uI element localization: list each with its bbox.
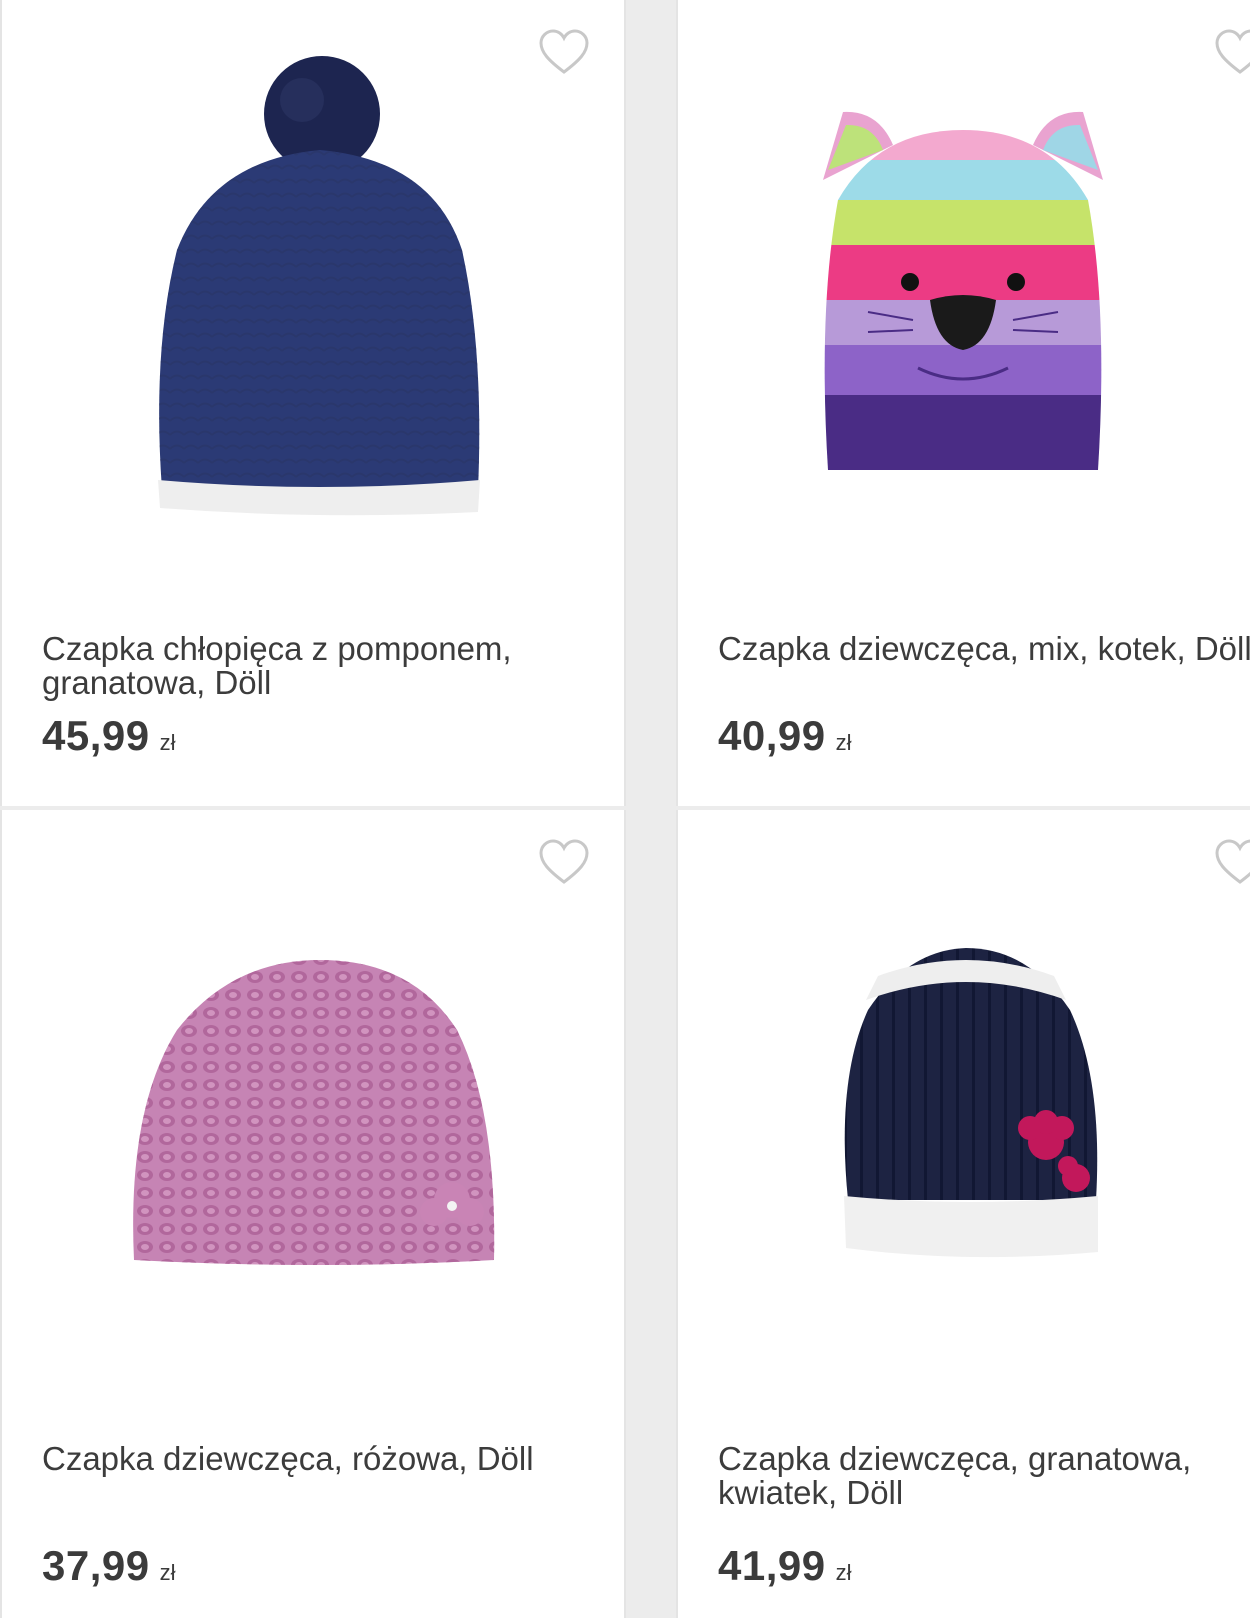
product-image[interactable] [2, 860, 624, 1360]
product-title[interactable]: Czapka dziewczęca, różowa, Döll [42, 1442, 582, 1476]
pink-knit-beanie-icon [133, 960, 495, 1265]
product-price: 41,99 zł [718, 1542, 852, 1590]
price-currency: zł [835, 1560, 852, 1585]
product-title[interactable]: Czapka dziewczęca, mix, kotek, Döll [718, 632, 1250, 666]
product-image[interactable] [678, 860, 1250, 1360]
price-amount: 41,99 [718, 1542, 826, 1589]
product-price: 45,99 zł [42, 712, 176, 760]
product-price: 40,99 zł [718, 712, 852, 760]
navy-pompom-beanie-icon [158, 56, 480, 516]
price-amount: 40,99 [718, 712, 826, 759]
striped-cat-beanie-icon [823, 111, 1103, 470]
product-image[interactable] [2, 50, 624, 550]
product-price: 37,99 zł [42, 1542, 176, 1590]
product-image[interactable] [678, 50, 1250, 550]
price-currency: zł [835, 730, 852, 755]
product-title[interactable]: Czapka chłopięca z pomponem, granatowa, … [42, 632, 582, 700]
price-currency: zł [159, 1560, 176, 1585]
price-amount: 45,99 [42, 712, 150, 759]
price-amount: 37,99 [42, 1542, 150, 1589]
product-card[interactable]: Czapka dziewczęca, mix, kotek, Döll 40,9… [676, 0, 1250, 806]
product-grid: Czapka chłopięca z pomponem, granatowa, … [0, 0, 1250, 1618]
product-title[interactable]: Czapka dziewczęca, granatowa, kwiatek, D… [718, 1442, 1250, 1510]
product-card[interactable]: Czapka dziewczęca, granatowa, kwiatek, D… [676, 810, 1250, 1618]
navy-flower-beanie-icon [844, 948, 1098, 1258]
product-card[interactable]: Czapka chłopięca z pomponem, granatowa, … [0, 0, 626, 806]
price-currency: zł [159, 730, 176, 755]
product-card[interactable]: Czapka dziewczęca, różowa, Döll 37,99 zł [0, 810, 626, 1618]
